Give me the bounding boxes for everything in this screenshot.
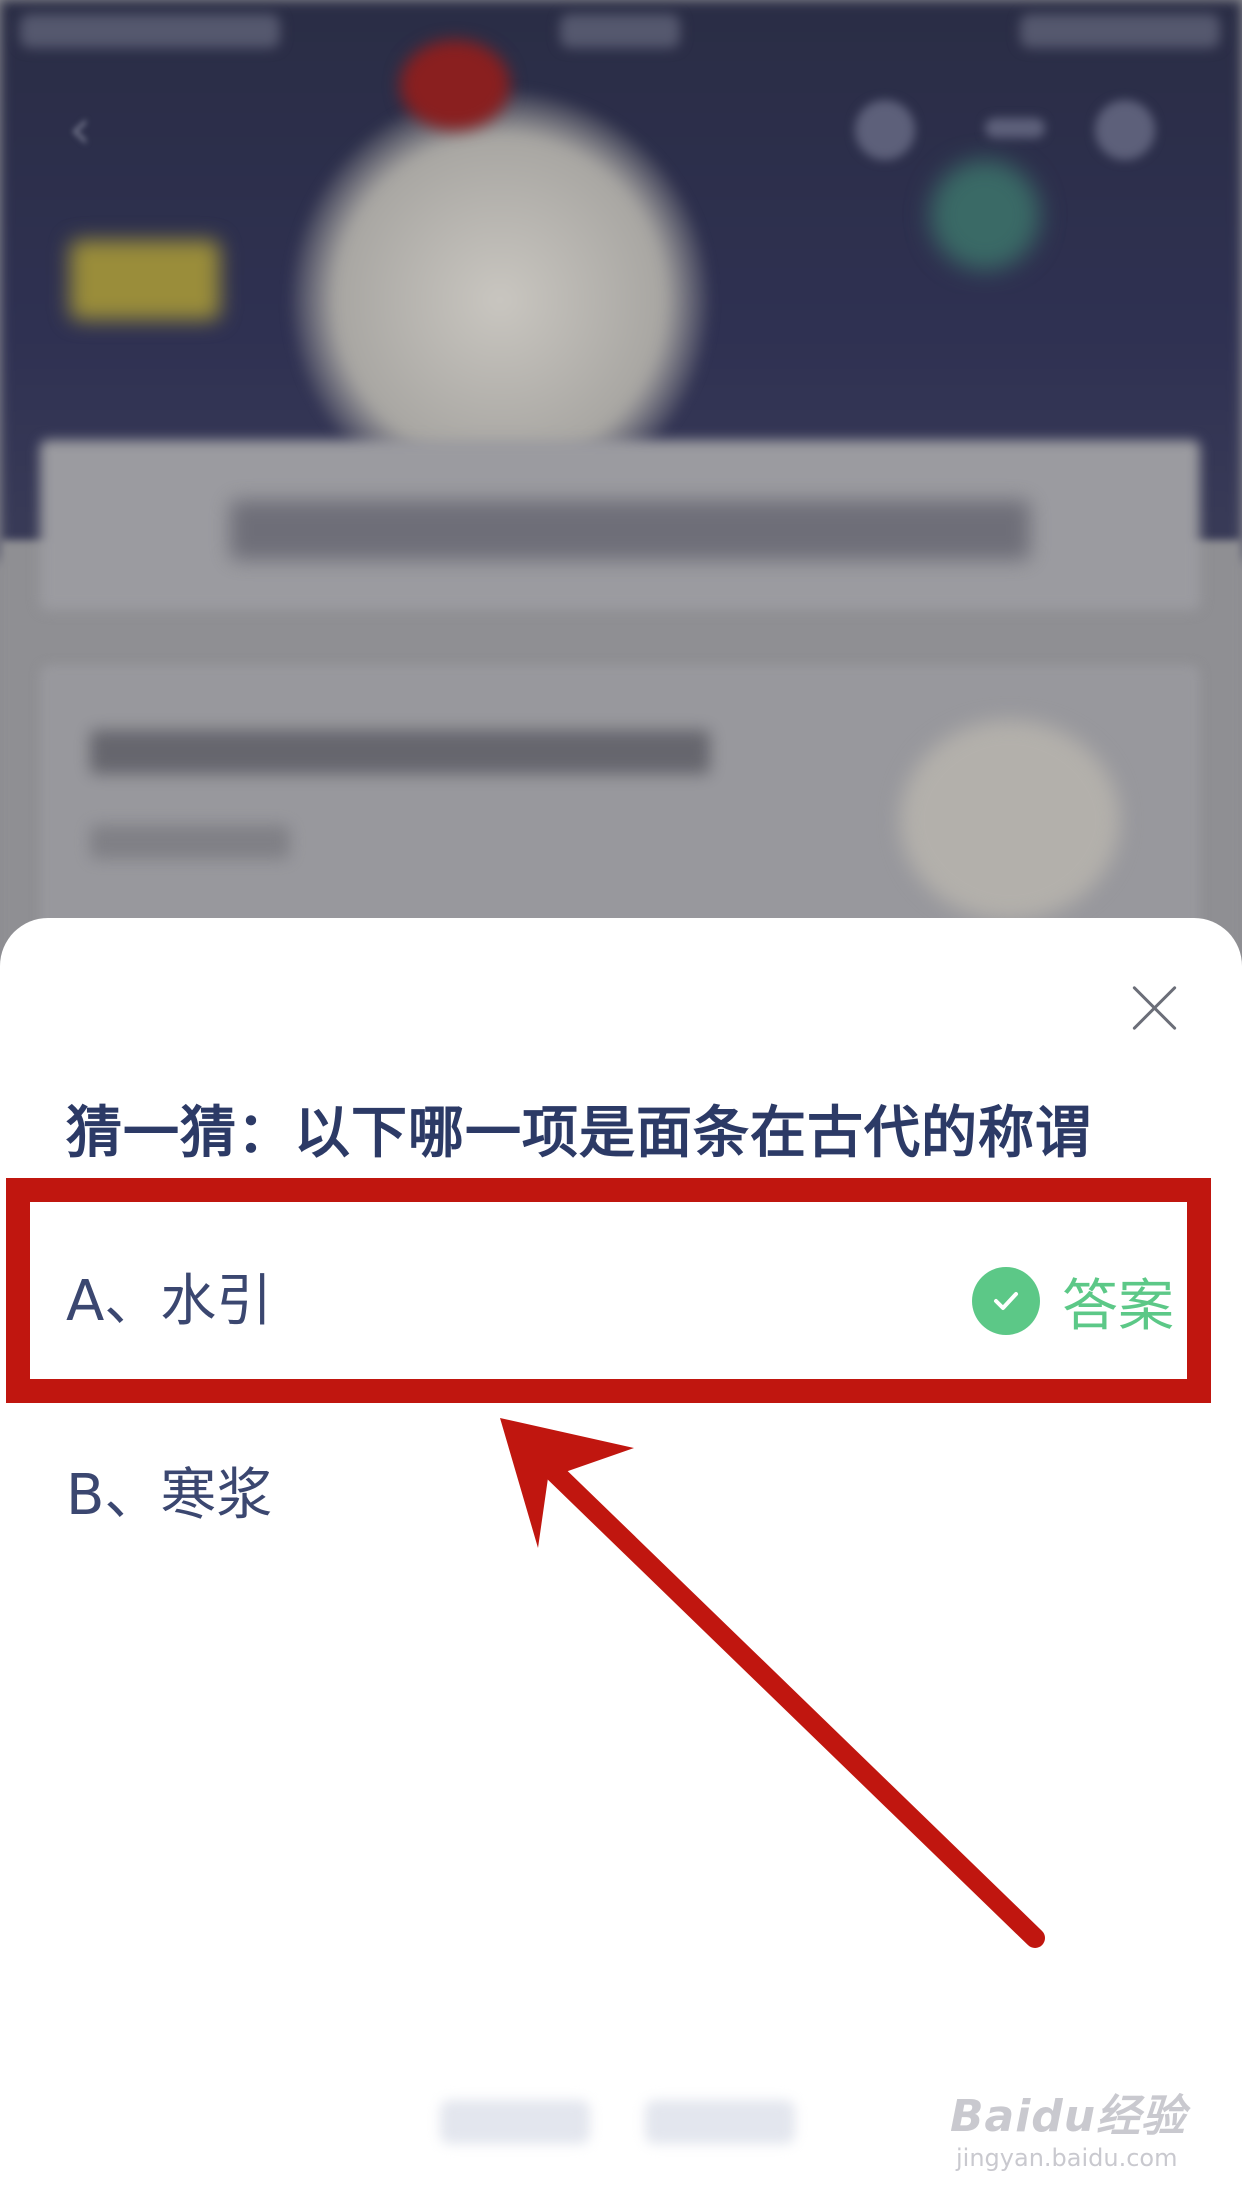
status-bar [0, 0, 1242, 64]
close-icon[interactable] [1126, 980, 1182, 1036]
close-app-icon[interactable] [1095, 100, 1155, 160]
badge-blurred [70, 240, 220, 320]
share-icon[interactable] [855, 100, 915, 160]
question-title: 猜一猜：以下哪一项是面条在古代的称谓 [66, 1101, 1092, 1166]
watermark-url: jingyan.baidu.com [956, 2144, 1178, 2172]
back-icon[interactable]: ‹ [50, 100, 110, 160]
more-icon[interactable] [985, 118, 1045, 138]
watermark-logo: Baidu经验 [950, 2091, 1187, 2142]
watermark: Baidu经验 jingyan.baidu.com [950, 2080, 1200, 2190]
option-b[interactable]: B、寒浆 [66, 1446, 1186, 1546]
highlight-annotation [6, 1178, 1211, 1403]
